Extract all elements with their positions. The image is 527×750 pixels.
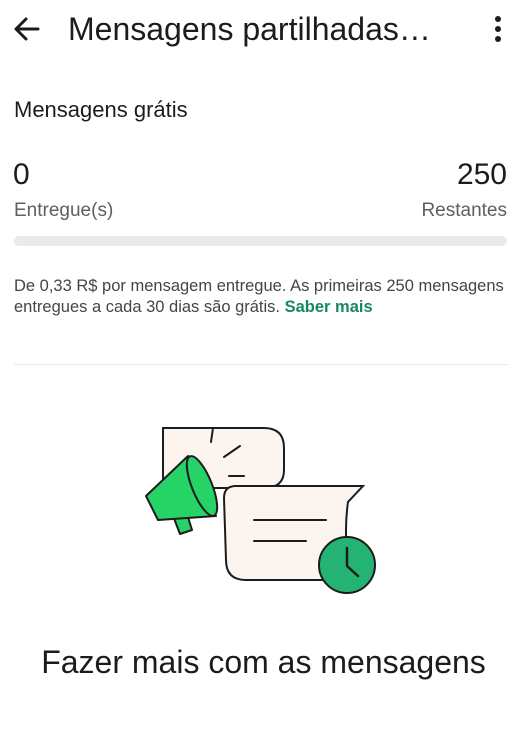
pricing-info: De 0,33 R$ por mensagem entregue. As pri… (14, 276, 508, 318)
more-vertical-icon (495, 16, 501, 42)
delivered-label: Entregue(s) (14, 200, 114, 221)
learn-more-link[interactable]: Saber mais (285, 298, 373, 316)
pricing-info-text: De 0,33 R$ por mensagem entregue. As pri… (14, 277, 504, 316)
remaining-label: Restantes (421, 200, 507, 221)
more-options-button[interactable] (486, 12, 510, 46)
delivered-count: 0 (13, 158, 30, 191)
megaphone-chat-clock-icon (136, 420, 386, 600)
free-messages-title: Mensagens grátis (14, 97, 188, 122)
arrow-left-icon (14, 17, 40, 41)
usage-progress-bar (14, 236, 507, 246)
page-title: Mensagens partilhadas… (68, 11, 431, 47)
remaining-count: 250 (456, 158, 507, 191)
promo-title: Fazer mais com as mensagens (41, 644, 486, 680)
back-button[interactable] (10, 12, 44, 46)
app-bar: Mensagens partilhadas… (0, 0, 527, 60)
divider (14, 364, 508, 365)
page-title-text: Mensagens partilhadas (68, 11, 399, 47)
